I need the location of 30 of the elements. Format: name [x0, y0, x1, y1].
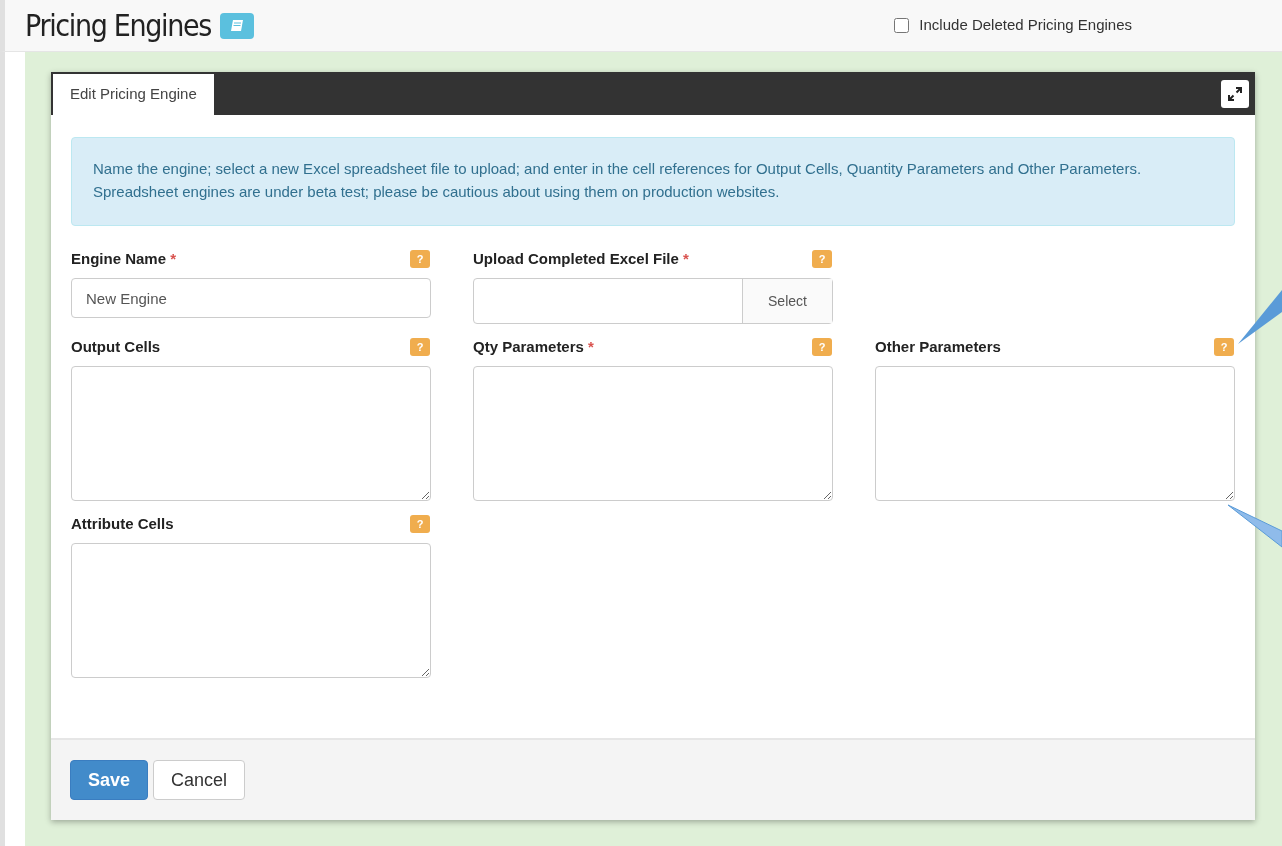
text-area[interactable] [875, 366, 1235, 501]
callout-pointer [1228, 503, 1282, 548]
panel-tab[interactable]: Edit Pricing Engine [53, 74, 214, 115]
expand-icon[interactable] [1221, 79, 1249, 108]
field-label: Output Cells [71, 336, 161, 357]
page-title: Pricing Engines [25, 7, 211, 45]
text-area[interactable] [473, 366, 833, 501]
field-label: Other Parameters [875, 336, 1001, 357]
field-label: Upload Completed Excel File * [473, 248, 689, 269]
field-label: Attribute Cells [71, 513, 174, 534]
help-icon[interactable]: ? [812, 250, 832, 268]
cancel-button[interactable]: Cancel [153, 760, 246, 800]
help-icon[interactable]: ? [1214, 338, 1234, 356]
book-icon[interactable] [219, 12, 254, 39]
help-icon[interactable]: ? [410, 338, 430, 356]
file-upload-field[interactable]: Select [473, 278, 833, 324]
engine-name-field[interactable]: New Engine [71, 278, 431, 318]
help-icon[interactable]: ? [812, 338, 832, 356]
help-icon[interactable]: ? [410, 515, 430, 533]
callout-pointer [1238, 290, 1282, 346]
field-label: Qty Parameters * [473, 336, 594, 357]
include-deleted-checkbox[interactable] [894, 18, 910, 33]
info-alert: Name the engine; select a new Excel spreadsheet file to upload; and enter in the cell references for Output Cells, Quantity Parameters and Other Parameters. Spreadsheet engines are under beta test; please be cautious about using them on production websites. [71, 137, 1235, 226]
text-area[interactable] [71, 543, 431, 678]
checkbox-label: Include Deleted Pricing Engines [919, 15, 1132, 36]
text-area[interactable] [71, 366, 431, 501]
help-icon[interactable]: ? [410, 250, 430, 268]
save-button[interactable]: Save [70, 760, 149, 800]
select-button[interactable]: Select [742, 279, 832, 323]
field-label: Engine Name * [71, 248, 177, 269]
